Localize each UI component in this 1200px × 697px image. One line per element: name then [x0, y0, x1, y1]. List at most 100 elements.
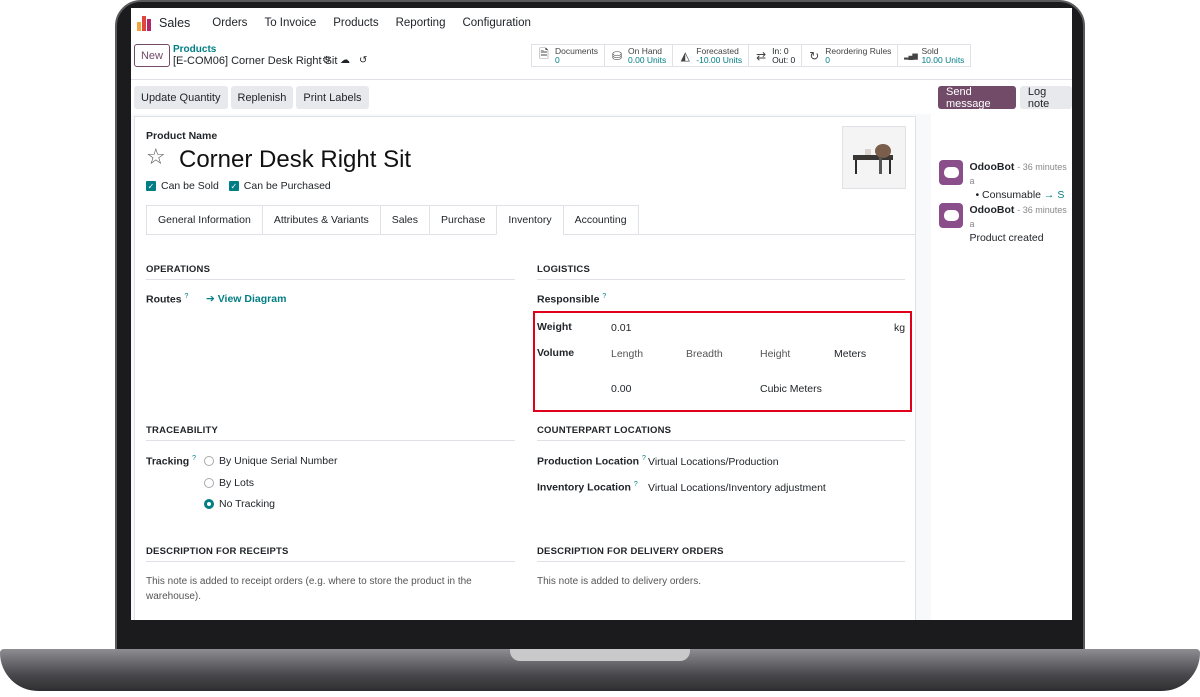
message-body: Product created	[969, 232, 1044, 244]
view-diagram-link[interactable]: ➔ View Diagram	[206, 293, 286, 305]
cloud-save-icon[interactable]: ☁	[340, 55, 350, 66]
checkbox-checked-icon: ✓	[146, 181, 156, 191]
help-icon[interactable]: ?	[642, 455, 646, 462]
laptop-notch	[510, 649, 690, 661]
operations-section-title: OPERATIONS	[146, 264, 515, 280]
document-icon: 🗎	[539, 47, 549, 61]
tracking-serial-radio[interactable]: By Unique Serial Number	[204, 455, 337, 467]
smart-button-reordering-rules[interactable]: ↻ Reordering Rules 0	[802, 45, 899, 66]
smart-label: Reordering Rules	[825, 45, 892, 56]
smart-button-on-hand[interactable]: ⛁ On Hand 0.00 Units	[605, 45, 674, 66]
tab-purchase[interactable]: Purchase	[429, 205, 497, 235]
checkbox-checked-icon: ✓	[228, 181, 239, 191]
highlight-box	[533, 311, 912, 412]
new-button[interactable]: New	[134, 44, 170, 67]
radio-icon	[204, 456, 214, 466]
send-message-button[interactable]: Send message	[938, 86, 1016, 110]
update-quantity-button[interactable]: Update Quantity	[134, 86, 228, 109]
smart-value: 10.00 Units	[921, 54, 965, 65]
tracking-lots-radio[interactable]: By Lots	[204, 477, 254, 489]
arrow-right-icon: ➔	[206, 293, 215, 305]
notebook-tabs: General Information Attributes & Variant…	[146, 205, 639, 235]
help-icon[interactable]: ?	[185, 293, 189, 300]
inventory-location-label: Inventory Location ?	[537, 481, 638, 494]
inventory-location-field[interactable]: Virtual Locations/Inventory adjustment	[648, 482, 826, 494]
view-diagram-text: View Diagram	[217, 293, 287, 305]
production-location-field[interactable]: Virtual Locations/Production	[648, 456, 779, 468]
radio-selected-icon	[204, 499, 214, 509]
tracking-none-radio[interactable]: No Tracking	[204, 498, 275, 510]
smart-button-forecasted[interactable]: ◭ Forecasted -10.00 Units	[673, 45, 750, 66]
smart-buttons: 🗎 Documents 0 ⛁ On Hand 0.00 Units ◭ Forec…	[531, 44, 972, 67]
radio-label: By Unique Serial Number	[219, 455, 338, 467]
chatter-message: OdooBot - 36 minutes a • Consumable → S	[939, 160, 1072, 202]
radio-icon	[204, 478, 214, 488]
help-icon[interactable]: ?	[634, 481, 638, 488]
smart-label: Documents	[555, 45, 598, 56]
smart-button-sold[interactable]: ▂▄▆ Sold 10.00 Units	[898, 45, 970, 66]
product-name-field[interactable]: Corner Desk Right Sit	[179, 146, 411, 174]
smart-value: 0	[825, 54, 831, 65]
avatar	[939, 203, 964, 228]
menu-orders[interactable]: Orders	[212, 17, 247, 29]
replenish-button[interactable]: Replenish	[230, 86, 294, 109]
app-name[interactable]: Sales	[159, 16, 190, 30]
delivery-description-field[interactable]: This note is added to delivery orders.	[537, 574, 897, 589]
tab-inventory[interactable]: Inventory	[496, 205, 563, 235]
inventory-location-text: Inventory Location	[537, 481, 631, 494]
tab-attributes-variants[interactable]: Attributes & Variants	[261, 205, 380, 235]
apps-menu-icon[interactable]	[137, 15, 151, 31]
print-labels-button[interactable]: Print Labels	[296, 86, 369, 109]
tracking-label-text: Tracking	[146, 455, 190, 468]
avatar	[939, 160, 964, 185]
star-icon[interactable]: ☆	[146, 144, 166, 170]
menu-reporting[interactable]: Reporting	[396, 17, 446, 29]
message-author[interactable]: OdooBot	[969, 161, 1014, 173]
breadcrumb-current: [E-COM06] Corner Desk Right Sit	[173, 55, 338, 67]
delivery-section-title: DESCRIPTION FOR DELIVERY ORDERS	[537, 546, 905, 562]
menu-configuration[interactable]: Configuration	[462, 17, 530, 29]
help-icon[interactable]: ?	[192, 455, 196, 462]
tab-sales[interactable]: Sales	[379, 205, 430, 235]
product-checkboxes: ✓ Can be Sold ✓ Can be Purchased	[146, 180, 331, 192]
chatter-message: OdooBot - 36 minutes a Product created	[939, 203, 1072, 245]
can-be-sold-label: Can be Sold	[161, 180, 219, 192]
tab-general-information[interactable]: General Information	[146, 205, 262, 235]
receipts-description-field[interactable]: This note is added to receipt orders (e.…	[146, 574, 486, 604]
tracking-label: Tracking ?	[146, 455, 196, 468]
smart-value: Out: 0	[772, 54, 796, 65]
can-be-purchased-checkbox[interactable]: ✓ Can be Purchased	[228, 180, 331, 192]
product-form-sheet: Product Name ☆ Corner Desk Right Sit ✓ C…	[134, 116, 916, 620]
control-panel: New Products [E-COM06] Corner Desk Right…	[131, 38, 1072, 80]
tab-accounting[interactable]: Accounting	[562, 205, 639, 235]
discard-icon[interactable]: ↺	[359, 55, 367, 66]
top-navbar: Sales Orders To Invoice Products Reporti…	[131, 8, 1072, 38]
log-note-button[interactable]: Log note	[1019, 86, 1072, 110]
can-be-purchased-label: Can be Purchased	[243, 180, 331, 192]
tracking-new-value: → S	[1043, 189, 1065, 201]
routes-label: Routes ?	[146, 293, 188, 306]
smart-button-in-out[interactable]: ⇄ In: 0 Out: 0	[749, 45, 803, 66]
help-icon[interactable]: ?	[602, 293, 606, 300]
can-be-sold-checkbox[interactable]: ✓ Can be Sold	[146, 180, 219, 192]
product-image[interactable]	[842, 126, 906, 189]
chatter-topbar: Send message Log note	[938, 86, 1072, 110]
gear-icon[interactable]: ⚙	[322, 55, 331, 66]
smart-value: 0	[555, 54, 560, 65]
production-location-label: Production Location ?	[537, 455, 646, 468]
tracking-value: Consumable	[982, 189, 1041, 201]
smart-button-documents[interactable]: 🗎 Documents 0	[532, 45, 605, 66]
refresh-icon: ↻	[809, 48, 820, 63]
exchange-icon: ⇄	[756, 48, 767, 63]
message-author[interactable]: OdooBot	[969, 204, 1014, 216]
production-location-text: Production Location	[537, 455, 640, 468]
menu-products[interactable]: Products	[333, 17, 378, 29]
radio-label: No Tracking	[219, 498, 276, 510]
signal-icon: ▂▄▆	[904, 52, 918, 60]
breadcrumb-products[interactable]: Products	[173, 44, 216, 55]
logistics-section-title: LOGISTICS	[537, 264, 905, 280]
radio-label: By Lots	[219, 477, 255, 489]
receipts-section-title: DESCRIPTION FOR RECEIPTS	[146, 546, 515, 562]
menu-to-invoice[interactable]: To Invoice	[264, 17, 316, 29]
routes-label-text: Routes	[146, 293, 182, 306]
